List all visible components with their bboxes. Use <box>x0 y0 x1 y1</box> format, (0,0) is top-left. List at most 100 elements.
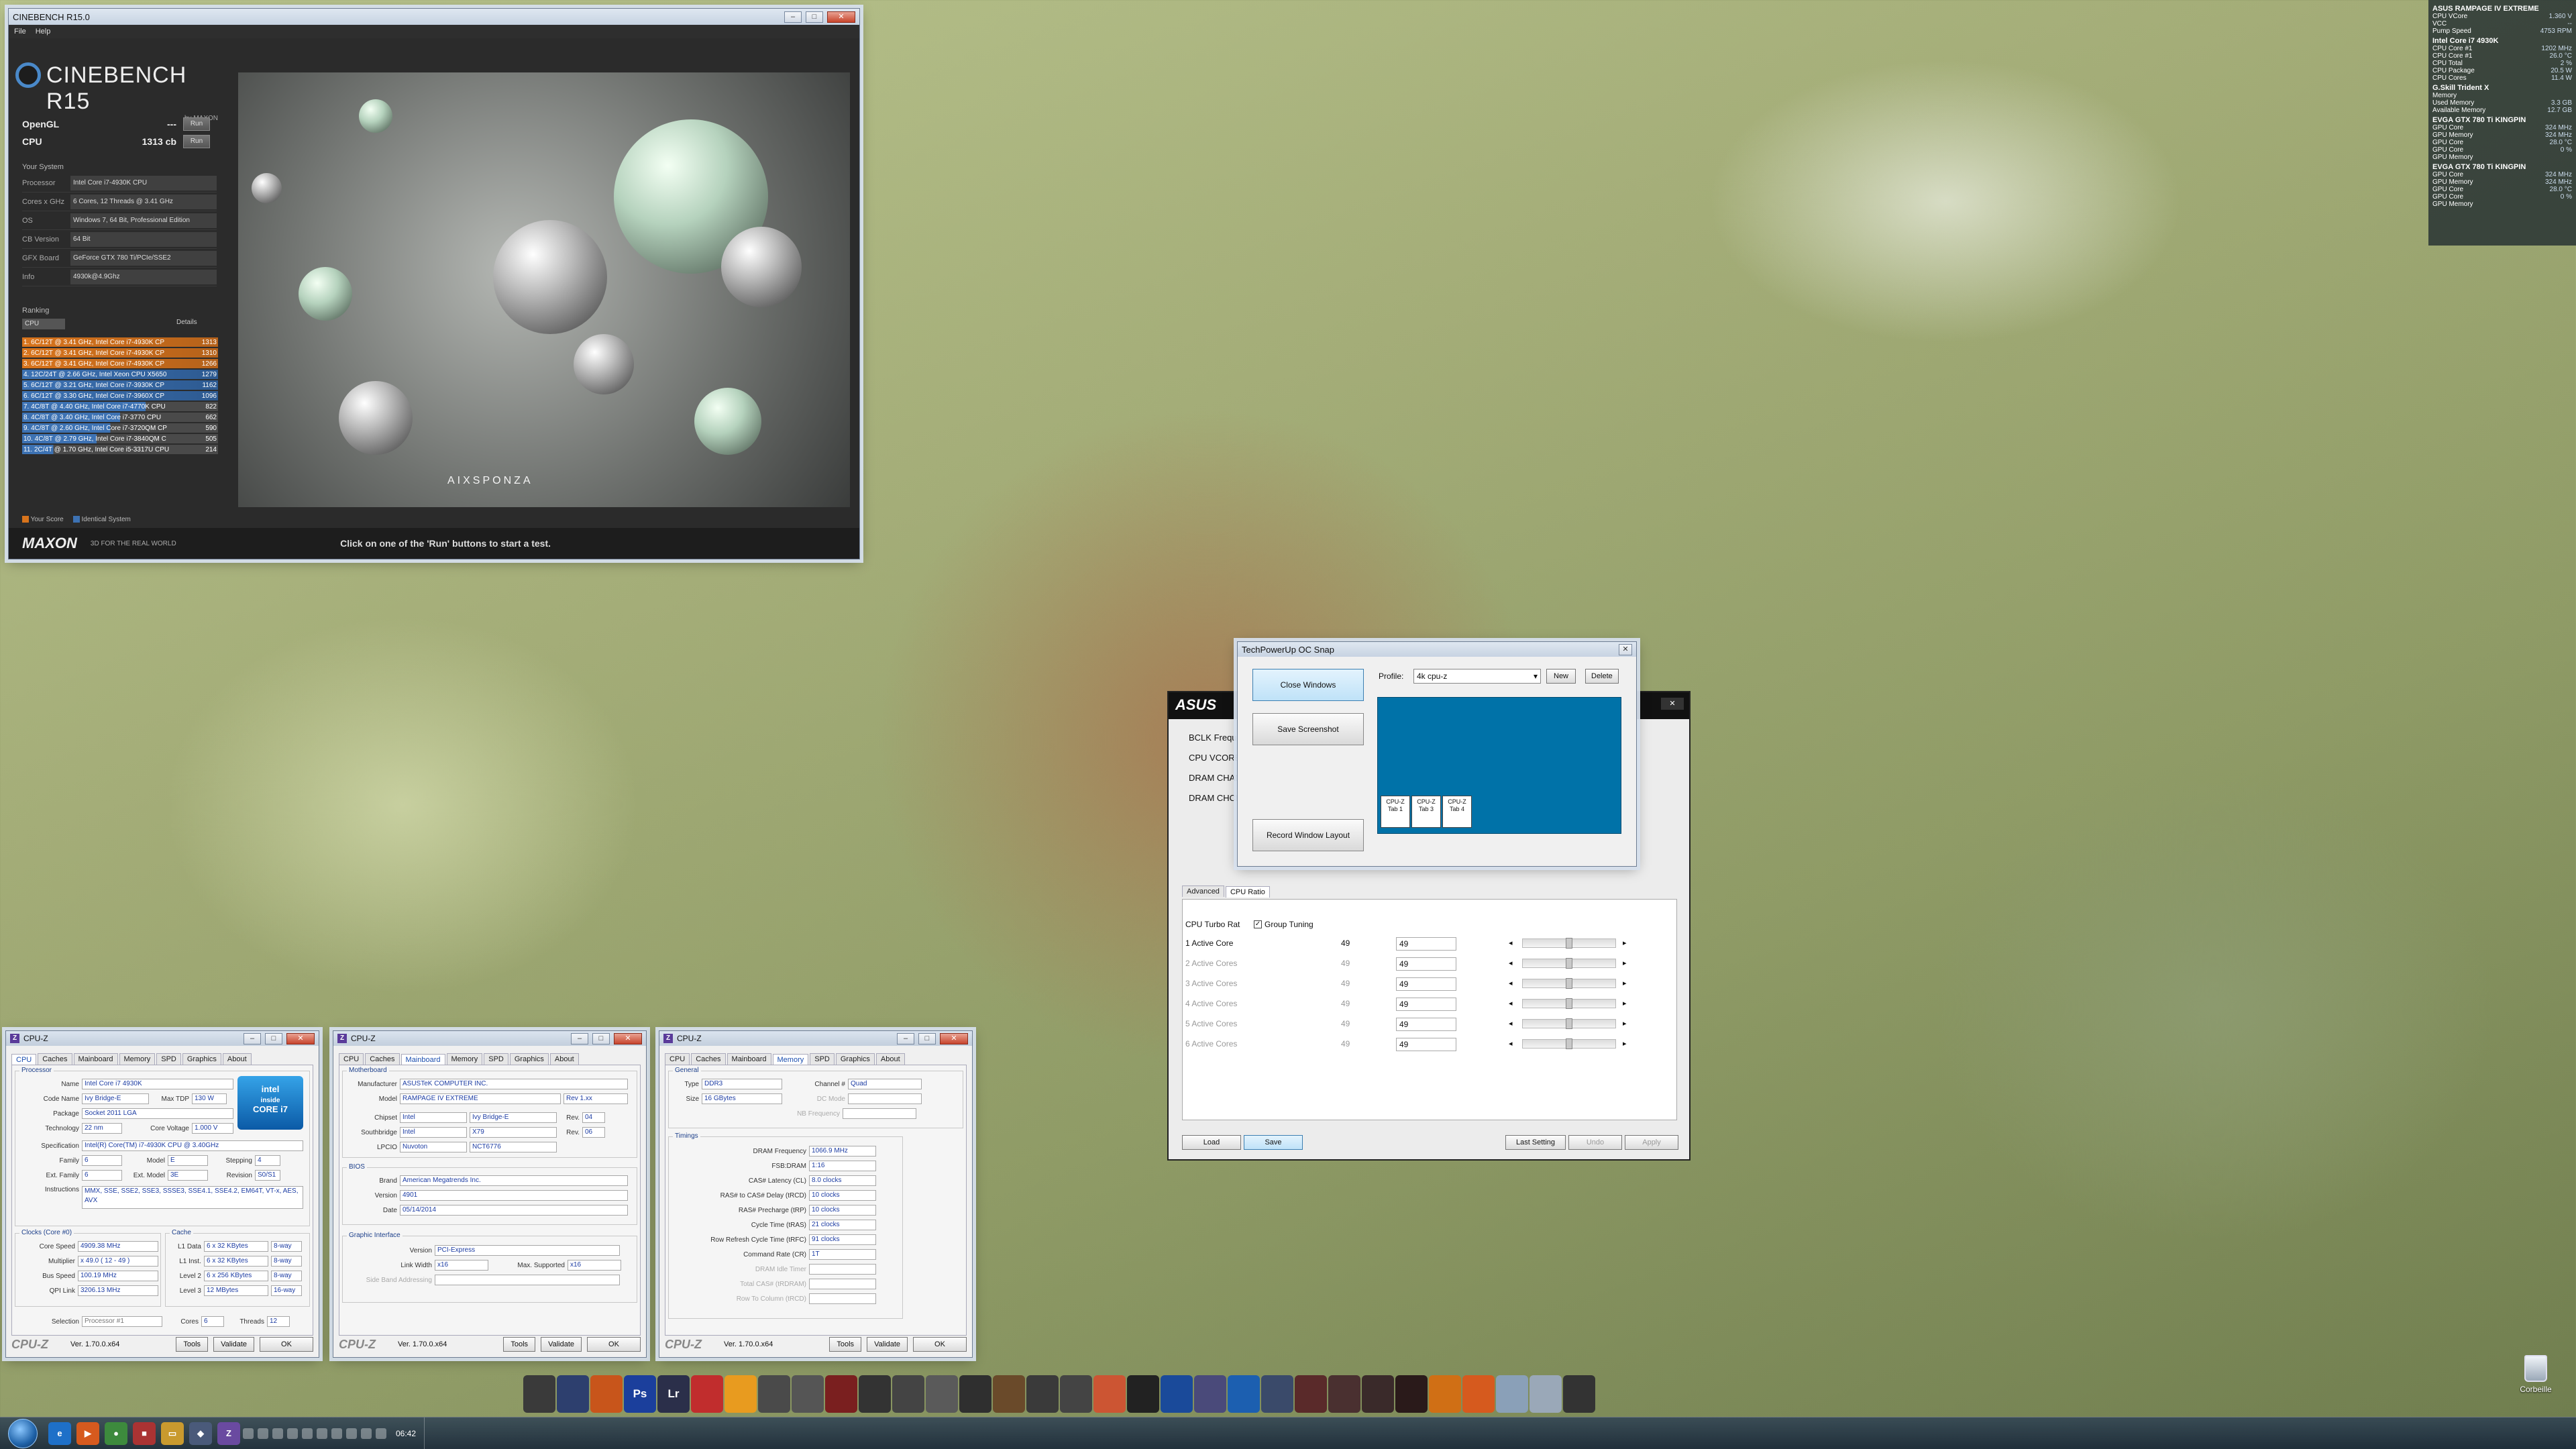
game-icon[interactable] <box>1328 1375 1360 1413</box>
game-icon[interactable] <box>1295 1375 1327 1413</box>
app-icon[interactable] <box>1462 1375 1495 1413</box>
network-icon[interactable] <box>361 1428 372 1439</box>
close-button[interactable]: ✕ <box>827 11 855 23</box>
game-icon[interactable] <box>993 1375 1025 1413</box>
taskbar-clock[interactable]: 06:42 <box>396 1429 416 1438</box>
menu-file[interactable]: File <box>14 28 26 36</box>
ratio-slider[interactable] <box>1522 998 1616 1009</box>
increase-arrow-icon[interactable]: ▸ <box>1623 979 1627 987</box>
new-profile-button[interactable]: New <box>1546 669 1576 684</box>
app-icon[interactable] <box>1194 1375 1226 1413</box>
game-icon[interactable] <box>792 1375 824 1413</box>
tab-graphics[interactable]: Graphics <box>835 1053 875 1065</box>
ranking-row[interactable]: 3. 6C/12T @ 3.41 GHz, Intel Core i7-4930… <box>22 359 218 368</box>
origin-icon[interactable] <box>1093 1375 1126 1413</box>
ranking-row[interactable]: 2. 6C/12T @ 3.41 GHz, Intel Core i7-4930… <box>22 348 218 358</box>
maximize-button[interactable]: □ <box>592 1032 610 1044</box>
ratio-slider[interactable] <box>1522 1018 1616 1029</box>
close-windows-button[interactable]: Close Windows <box>1252 669 1364 701</box>
ranking-row[interactable]: 4. 12C/24T @ 2.66 GHz, Intel Xeon CPU X5… <box>22 370 218 379</box>
tab-cpu-ratio[interactable]: CPU Ratio <box>1225 886 1270 898</box>
cpu-run-button[interactable]: Run <box>183 135 210 148</box>
ok-button[interactable]: OK <box>260 1337 313 1352</box>
close-button[interactable]: ✕ <box>286 1032 315 1044</box>
increase-arrow-icon[interactable]: ▸ <box>1623 959 1627 967</box>
minimize-button[interactable]: – <box>784 11 802 23</box>
validate-button[interactable]: Validate <box>213 1337 254 1352</box>
tray-icon[interactable] <box>302 1428 313 1439</box>
decrease-arrow-icon[interactable]: ◂ <box>1509 999 1513 1008</box>
drive-icon[interactable] <box>1496 1375 1528 1413</box>
tab-caches[interactable]: Caches <box>365 1053 400 1065</box>
group-tuning-checkbox[interactable]: ✓ Group Tuning <box>1254 920 1313 929</box>
tab-caches[interactable]: Caches <box>38 1053 72 1065</box>
tab-graphics[interactable]: Graphics <box>182 1053 221 1065</box>
tray-icon[interactable] <box>258 1428 268 1439</box>
decrease-arrow-icon[interactable]: ◂ <box>1509 979 1513 987</box>
save-screenshot-button[interactable]: Save Screenshot <box>1252 713 1364 745</box>
layout-thumb[interactable]: CPU-Z Tab 4 <box>1442 796 1472 828</box>
slider-thumb[interactable] <box>1566 1038 1572 1049</box>
slider-thumb[interactable] <box>1566 958 1572 969</box>
active-core-input[interactable]: 49 <box>1396 1038 1456 1051</box>
game-icon[interactable] <box>691 1375 723 1413</box>
volume-icon[interactable] <box>376 1428 386 1439</box>
ranking-select[interactable]: CPU <box>22 319 65 329</box>
game-icon[interactable] <box>1060 1375 1092 1413</box>
app-icon[interactable] <box>1429 1375 1461 1413</box>
show-desktop-button[interactable] <box>424 1417 432 1449</box>
slider-thumb[interactable] <box>1566 1018 1572 1029</box>
tray-icon[interactable] <box>272 1428 283 1439</box>
ranking-row[interactable]: 8. 4C/8T @ 3.40 GHz, Intel Core i7-3770 … <box>22 413 218 422</box>
maximize-button[interactable]: □ <box>265 1032 282 1044</box>
warcraft-icon[interactable] <box>1261 1375 1293 1413</box>
game-icon[interactable] <box>825 1375 857 1413</box>
app-icon[interactable]: ■ <box>133 1421 156 1445</box>
ranking-row[interactable]: 1. 6C/12T @ 3.41 GHz, Intel Core i7-4930… <box>22 337 218 347</box>
save-button[interactable]: Save <box>1244 1135 1303 1150</box>
tab-about[interactable]: About <box>549 1053 579 1065</box>
ranking-row[interactable]: 9. 4C/8T @ 2.60 GHz, Intel Core i7-3720Q… <box>22 423 218 433</box>
tab-spd[interactable]: SPD <box>484 1053 508 1065</box>
ratio-slider[interactable] <box>1522 978 1616 989</box>
folder-icon[interactable]: ▭ <box>161 1421 184 1445</box>
ranking-row[interactable]: 10. 4C/8T @ 2.79 GHz, Intel Core i7-3840… <box>22 434 218 443</box>
minimize-button[interactable]: – <box>897 1032 914 1044</box>
layout-thumb[interactable]: CPU-Z Tab 3 <box>1411 796 1441 828</box>
globe-icon[interactable] <box>557 1375 589 1413</box>
close-button[interactable]: ✕ <box>940 1032 968 1044</box>
tab-cpu[interactable]: CPU <box>665 1053 690 1065</box>
decrease-arrow-icon[interactable]: ◂ <box>1509 1019 1513 1028</box>
details-button[interactable]: Details <box>176 319 197 326</box>
tools-button[interactable]: Tools <box>176 1337 209 1352</box>
ratio-slider[interactable] <box>1522 938 1616 949</box>
delete-profile-button[interactable]: Delete <box>1585 669 1619 684</box>
tab-mainboard[interactable]: Mainboard <box>727 1053 771 1065</box>
tab-memory[interactable]: Memory <box>772 1054 809 1065</box>
active-core-input[interactable]: 49 <box>1396 998 1456 1011</box>
ie-icon[interactable]: e <box>48 1421 71 1445</box>
ranking-row[interactable]: 11. 2C/4T @ 1.70 GHz, Intel Core i5-3317… <box>22 445 218 454</box>
ranking-row[interactable]: 6. 6C/12T @ 3.30 GHz, Intel Core i7-3960… <box>22 391 218 400</box>
tray-icon[interactable] <box>287 1428 298 1439</box>
ok-button[interactable]: OK <box>587 1337 641 1352</box>
active-core-input[interactable]: 49 <box>1396 1018 1456 1031</box>
opengl-run-button[interactable]: Run <box>183 117 210 131</box>
oc-snap-titlebar[interactable]: TechPowerUp OC Snap ✕ <box>1238 642 1636 657</box>
active-core-input[interactable]: 49 <box>1396 977 1456 991</box>
minimize-button[interactable]: – <box>244 1032 261 1044</box>
tray-icon[interactable] <box>331 1428 342 1439</box>
tray-icon[interactable] <box>346 1428 357 1439</box>
minimize-button[interactable]: – <box>571 1032 588 1044</box>
profile-select[interactable]: 4k cpu-z ▾ <box>1413 669 1541 684</box>
recycle-bin[interactable]: Corbeille <box>2509 1355 2563 1394</box>
slider-thumb[interactable] <box>1566 978 1572 989</box>
tab-about[interactable]: About <box>875 1053 905 1065</box>
undo-button[interactable]: Undo <box>1568 1135 1622 1150</box>
active-core-input[interactable]: 49 <box>1396 957 1456 971</box>
firefox-icon[interactable] <box>590 1375 623 1413</box>
cpuz-titlebar[interactable]: Z CPU-Z – □ ✕ <box>659 1031 972 1046</box>
photoshop-icon[interactable]: Ps <box>624 1375 656 1413</box>
load-button[interactable]: Load <box>1182 1135 1241 1150</box>
decrease-arrow-icon[interactable]: ◂ <box>1509 1039 1513 1048</box>
